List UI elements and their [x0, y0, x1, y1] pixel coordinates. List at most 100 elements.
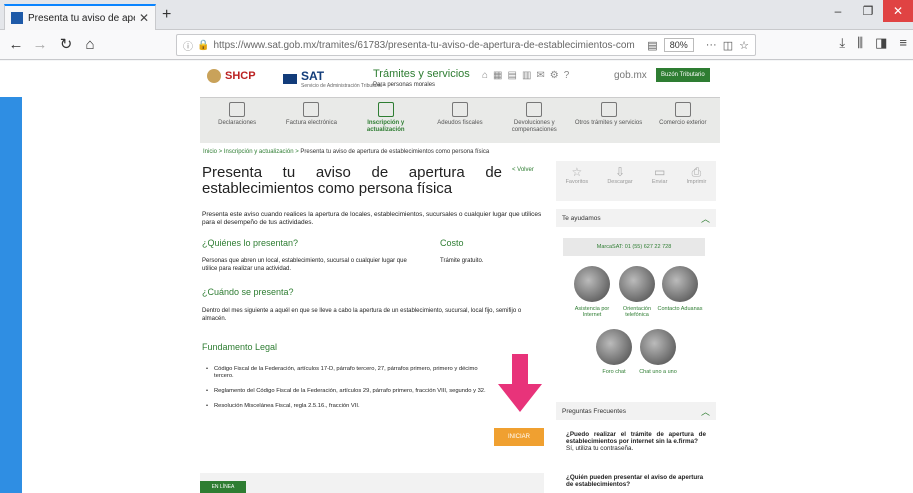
menu-otros[interactable]: Otros trámites y servicios — [571, 98, 645, 143]
close-window-icon[interactable]: ✕ — [883, 0, 913, 22]
lock-icon: 🔒 — [197, 39, 210, 51]
menu-declaraciones[interactable]: Declaraciones — [200, 98, 274, 143]
info-icon[interactable]: ⓘ — [183, 38, 193, 53]
new-tab-icon[interactable]: + — [162, 6, 171, 24]
fundamento-item: Resolución Miscelánea Fiscal, regla 2.5.… — [206, 403, 498, 410]
contacto-aduanas-icon[interactable] — [662, 266, 698, 302]
declaraciones-icon — [229, 102, 246, 117]
faq-question[interactable]: ¿Quién pueden presentar el aviso de aper… — [566, 474, 703, 488]
asistencia-internet-icon[interactable] — [574, 266, 610, 302]
reload-icon[interactable]: ↻ — [56, 35, 76, 55]
chevron-up-icon[interactable]: ︿ — [701, 405, 710, 418]
library-icon[interactable]: ⫼ — [857, 35, 863, 51]
comercio-icon — [674, 102, 691, 117]
downloads-icon[interactable]: ⤓ — [839, 35, 845, 51]
factura-icon — [303, 102, 320, 117]
quienes-heading: ¿Quiénes lo presentan? — [202, 238, 299, 248]
menu-factura[interactable]: Factura electrónica — [274, 98, 348, 143]
menu-devoluciones[interactable]: Devoluciones y compensaciones — [497, 98, 571, 143]
tool-label: Enviar — [651, 179, 668, 185]
maximize-icon[interactable]: ❐ — [853, 0, 883, 22]
chat-uno-icon[interactable] — [640, 329, 676, 365]
shcp-text: SHCP — [225, 70, 256, 82]
iniciar-button[interactable]: INICIAR — [494, 428, 544, 446]
sat-text: SAT — [301, 69, 325, 83]
menu-label: Comercio exterior — [659, 120, 707, 126]
close-tab-icon[interactable]: ✕ — [139, 11, 149, 25]
faq-answer: Sí, utiliza tu contraseña. — [566, 445, 634, 452]
adeudos-icon — [451, 102, 468, 117]
menu-adeudos[interactable]: Adeudos fiscales — [423, 98, 497, 143]
cuando-text: Dentro del mes siguiente a aquél en que … — [202, 308, 522, 322]
breadcrumb-section[interactable]: Inscripción y actualización — [224, 149, 294, 155]
breadcrumb-sep: > — [217, 149, 224, 155]
favicon-icon — [11, 12, 23, 24]
url-text[interactable]: https://www.sat.gob.mx/tramites/61783/pr… — [213, 40, 641, 51]
tab-title: Presenta tu aviso de apertura d — [28, 12, 135, 24]
help-label[interactable]: Contacto Aduanas — [657, 306, 703, 312]
marcasat-phone: MarcaSAT: 01 (55) 627 22 728 — [563, 238, 705, 256]
home-site-icon[interactable]: ⌂ — [482, 70, 488, 81]
tool-imprimir[interactable]: ⎙ Imprimir — [687, 165, 707, 201]
chevron-up-icon[interactable]: ︿ — [701, 212, 710, 225]
help-label[interactable]: Foro chat — [591, 369, 637, 375]
tab-active[interactable]: Presenta tu aviso de apertura d ✕ — [4, 4, 156, 30]
orientacion-telefonica-icon[interactable] — [619, 266, 655, 302]
en-linea-section: EN LÍNEA — [200, 473, 544, 493]
settings-icon[interactable]: ⚙ — [550, 70, 559, 81]
hamburger-icon[interactable]: ≡ — [899, 35, 907, 51]
ayudamos-panel-header[interactable]: Te ayudamos ︿ — [556, 209, 716, 227]
tab-bar: Presenta tu aviso de apertura d ✕ + – ❐ … — [0, 0, 913, 30]
zoom-level[interactable]: 80% — [663, 38, 694, 52]
volver-link[interactable]: < Volver — [512, 167, 534, 173]
header-icons: ⌂ ▦ ▤ ▥ ✉ ⚙ ? — [482, 70, 569, 81]
sidebar-icon[interactable]: ◨ — [875, 35, 887, 51]
help-icon[interactable]: ? — [564, 70, 570, 81]
shcp-seal-icon — [207, 69, 221, 83]
help-label[interactable]: Chat uno a uno — [635, 369, 681, 375]
shcp-logo[interactable]: SHCP — [207, 69, 256, 83]
bank-icon[interactable]: ▥ — [522, 70, 531, 81]
sat-logo[interactable]: SAT Servicio de Administración Tributaria — [283, 69, 382, 89]
faq-item[interactable]: ¿Puedo realizar el trámite de apertura d… — [566, 431, 706, 452]
menu-label: Factura electrónica — [285, 120, 337, 126]
costo-heading: Costo — [440, 238, 464, 248]
menu-inscripcion[interactable]: Inscripción y actualización — [349, 98, 423, 143]
back-icon[interactable]: ← — [6, 35, 26, 55]
cuando-heading: ¿Cuándo se presenta? — [202, 287, 294, 297]
menu-label: Adeudos fiscales — [437, 120, 483, 126]
tool-favoritos[interactable]: ☆ Favoritos — [566, 165, 589, 201]
faq-panel-header[interactable]: Preguntas Frecuentes ︿ — [556, 402, 716, 420]
breadcrumb: Inicio > Inscripción y actualización > P… — [203, 149, 489, 155]
url-bar[interactable]: ⓘ 🔒 https://www.sat.gob.mx/tramites/6178… — [176, 34, 756, 56]
toolbar-right: ⤓ ⫼ ◨ ≡ — [839, 35, 907, 51]
tool-label: Favoritos — [565, 179, 589, 185]
buzon-button[interactable]: Buzón Tributario — [656, 68, 710, 82]
menu-comercio[interactable]: Comercio exterior — [646, 98, 720, 143]
pocket-icon[interactable]: ◫ — [723, 39, 733, 52]
en-linea-badge: EN LÍNEA — [200, 481, 246, 493]
web-page: SHCP SAT Servicio de Administración Tribu… — [0, 61, 913, 493]
faq-item[interactable]: ¿Quién pueden presentar el aviso de aper… — [566, 474, 706, 488]
minimize-icon[interactable]: – — [823, 0, 853, 22]
pink-down-arrow-icon — [498, 354, 542, 412]
calendar-icon[interactable]: ▦ — [493, 70, 502, 81]
send-icon: ▭ — [653, 165, 666, 179]
bookmark-icon[interactable]: ☆ — [739, 39, 749, 52]
home-icon[interactable]: ⌂ — [80, 35, 100, 55]
document-icon[interactable]: ▤ — [508, 70, 517, 81]
tool-enviar[interactable]: ▭ Enviar — [652, 165, 668, 201]
help-label[interactable]: Asistencia por Internet — [569, 306, 615, 318]
reader-icon[interactable]: ▤ — [647, 39, 657, 52]
forward-icon[interactable]: → — [30, 35, 50, 55]
menu-dots-icon[interactable]: ··· — [706, 39, 717, 51]
breadcrumb-home[interactable]: Inicio — [203, 149, 217, 155]
site-header: SHCP SAT Servicio de Administración Tribu… — [0, 61, 913, 97]
mail-icon[interactable]: ✉ — [536, 70, 544, 81]
foro-chat-icon[interactable] — [596, 329, 632, 365]
faq-question[interactable]: ¿Puedo realizar el trámite de apertura d… — [566, 431, 706, 445]
menu-label: Inscripción y actualización — [366, 120, 405, 133]
help-label[interactable]: Orientación telefónica — [614, 306, 660, 318]
gobmx-link[interactable]: gob.mx — [614, 70, 647, 81]
tool-descargar[interactable]: ⇩ Descargar — [607, 165, 632, 201]
